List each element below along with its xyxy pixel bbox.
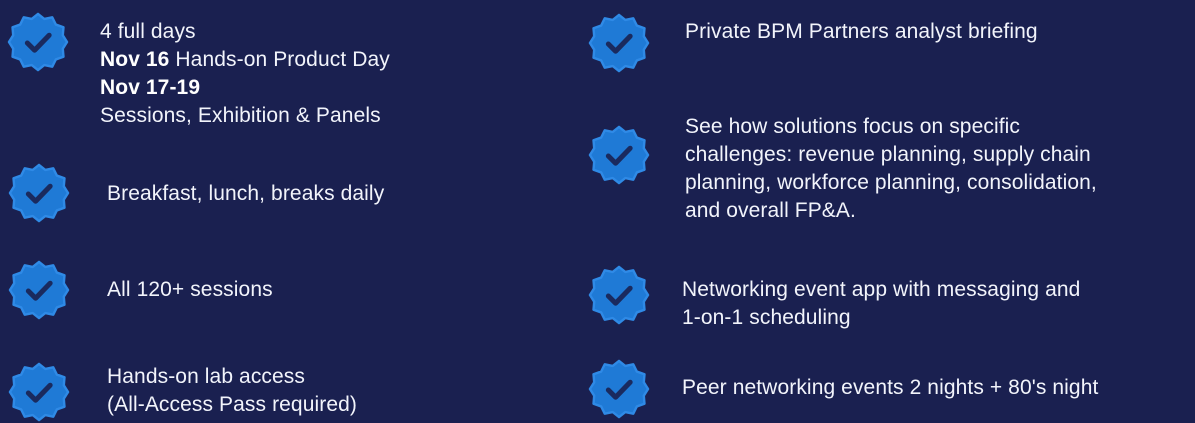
checkmark-badge-icon bbox=[588, 358, 650, 420]
sessions-date: Nov 17-19 bbox=[100, 76, 201, 99]
feature-text-days: 4 full days Nov 16 Hands-on Product Day … bbox=[100, 18, 390, 130]
feature-text-meals: Breakfast, lunch, breaks daily bbox=[107, 182, 385, 205]
checkmark-badge-icon bbox=[588, 124, 650, 186]
product-day-date: Nov 16 bbox=[100, 48, 170, 71]
feature-text-sessions: All 120+ sessions bbox=[107, 278, 273, 301]
feature-text-peer: Peer networking events 2 nights + 80's n… bbox=[682, 376, 1099, 399]
checkmark-badge-icon bbox=[588, 12, 650, 74]
checkmark-badge-icon bbox=[8, 259, 70, 321]
feature-text-lab: Hands-on lab access (All-Access Pass req… bbox=[107, 365, 358, 416]
checkmark-badge-icon bbox=[588, 264, 650, 326]
checkmark-badge-icon bbox=[7, 11, 69, 73]
checkmark-badge-icon bbox=[8, 162, 70, 224]
product-day-line: Nov 16 Hands-on Product Day bbox=[100, 46, 390, 74]
sessions-label: Sessions, Exhibition & Panels bbox=[100, 104, 381, 127]
checkmark-badge-icon bbox=[8, 361, 70, 423]
sessions-dates-line: Nov 17-19 bbox=[100, 74, 390, 102]
days-summary: 4 full days bbox=[100, 20, 196, 43]
feature-text-app: Networking event app with messaging and … bbox=[682, 278, 1081, 329]
feature-text-briefing: Private BPM Partners analyst briefing bbox=[685, 20, 1038, 43]
product-day-label: Hands-on Product Day bbox=[169, 48, 390, 71]
feature-text-solutions: See how solutions focus on specific chal… bbox=[685, 115, 1097, 222]
